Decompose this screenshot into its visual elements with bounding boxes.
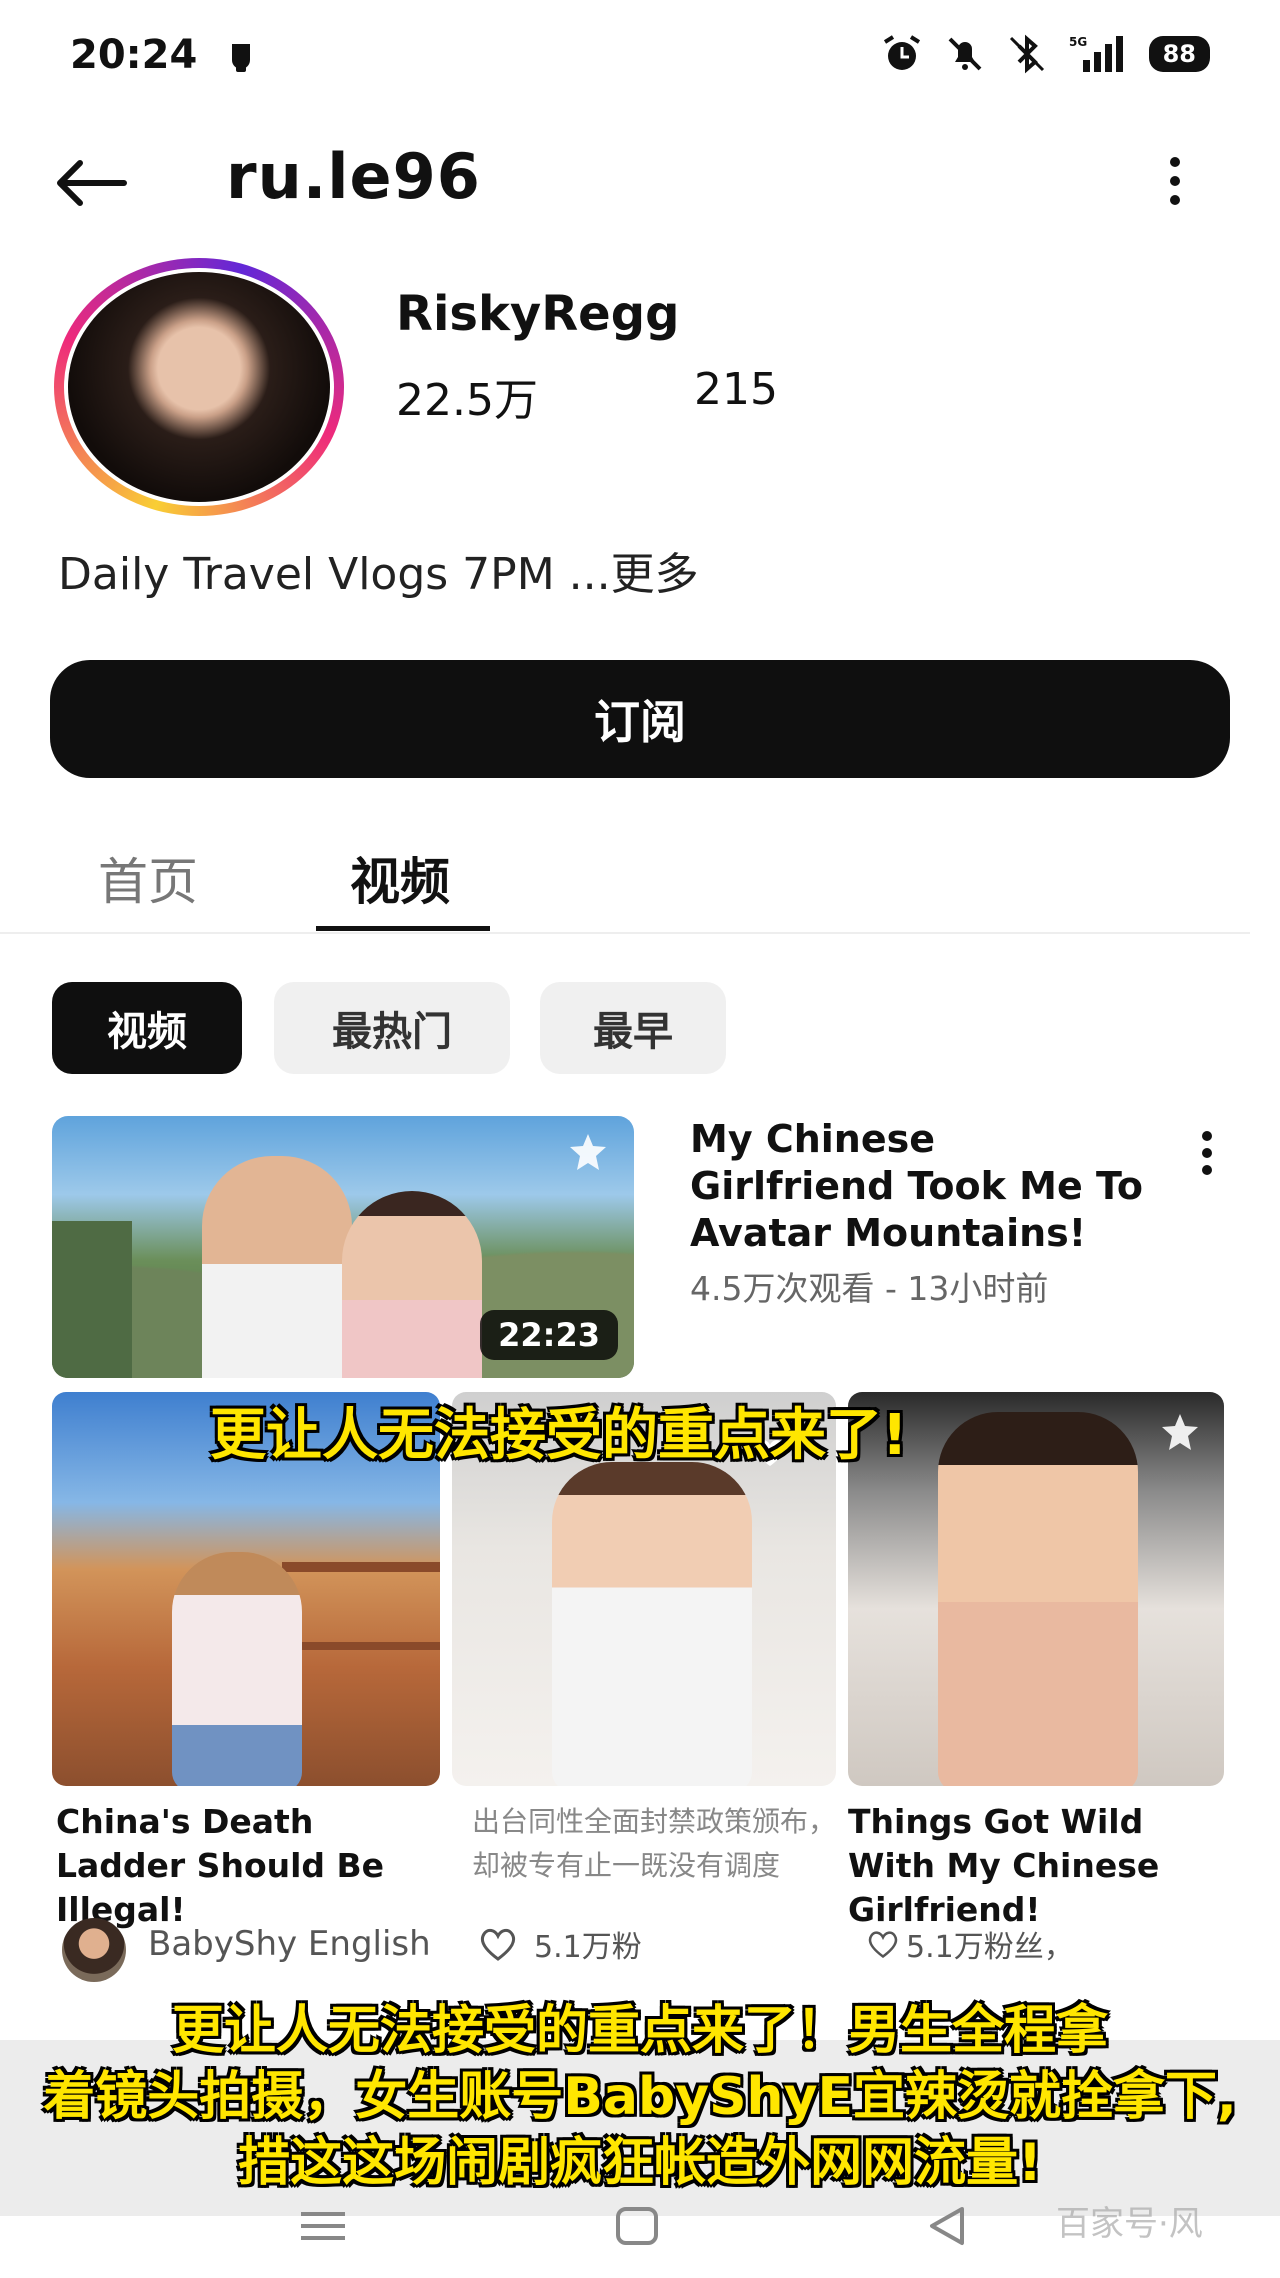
back-button[interactable] <box>52 150 132 216</box>
chip-videos[interactable]: 视频 <box>52 982 242 1074</box>
more-vertical-icon <box>1170 157 1180 205</box>
heart-icon <box>868 1931 898 1959</box>
signal-icon: 5G <box>1069 34 1127 74</box>
arrow-left-icon <box>57 160 127 206</box>
channel-handle: ru.le96 <box>226 140 481 213</box>
like-count[interactable]: 5.1万粉 <box>478 1922 642 1966</box>
display-name: RiskyRegg <box>396 286 680 342</box>
video-meta: 4.5万次观看 - 13小时前 <box>690 1269 1049 1308</box>
channel-bio[interactable]: Daily Travel Vlogs 7PM ...更多 <box>58 538 699 602</box>
heart-icon <box>480 1928 516 1961</box>
alarm-icon <box>881 34 923 74</box>
bluetooth-icon <box>1007 34 1047 74</box>
menu-icon <box>301 2212 345 2240</box>
notification-icon <box>226 40 256 78</box>
watermark: 百家号·风 <box>1056 2204 1203 2244</box>
video-more-button[interactable] <box>1192 1124 1222 1184</box>
svg-text:5G: 5G <box>1069 35 1087 49</box>
video-title[interactable]: China's Death Ladder Should Be Illegal! <box>56 1800 446 1932</box>
like-count-text: 5.1万粉 <box>534 1930 642 1965</box>
status-bar: 20:24 5G 88 <box>0 0 1280 120</box>
channel-tabs: 首页 视频 <box>0 820 1250 934</box>
subtitle-line: 更让人无法接受的重点来了！男生全程拿 <box>171 2001 1108 2061</box>
status-icons: 5G 88 <box>881 34 1210 74</box>
more-vertical-icon <box>1202 1131 1212 1175</box>
video-title[interactable]: Things Got Wild With My Chinese Girlfrie… <box>848 1800 1228 1932</box>
video-count: 215 <box>694 364 778 415</box>
like-count-text: 5.1万粉丝， <box>906 1930 1074 1965</box>
bookmark-icon <box>566 1130 610 1178</box>
tab-home[interactable]: 首页 <box>98 842 198 914</box>
square-icon <box>616 2207 658 2245</box>
home-button[interactable] <box>602 2198 672 2254</box>
video-title[interactable]: My Chinese Girlfriend Took Me To Avatar … <box>690 1116 1150 1257</box>
like-count[interactable]: 5.1万粉丝， <box>866 1922 1074 1966</box>
subscriber-count: 22.5万 <box>396 375 538 426</box>
video-title[interactable]: 出台同性全面封禁政策颁布，却被专有止一既没有调度 <box>472 1800 842 1888</box>
chip-oldest[interactable]: 最早 <box>540 982 726 1074</box>
subtitle-line: 着镜头拍摄，女生账号BabyShyE宜辣烫就拴拿下, <box>43 2067 1237 2127</box>
status-time: 20:24 <box>70 32 198 78</box>
subtitle-caption: 更让人无法接受的重点来了! <box>210 1403 908 1468</box>
video-duration: 22:23 <box>480 1310 618 1360</box>
mute-icon <box>945 34 985 74</box>
system-back-button[interactable] <box>912 2198 982 2254</box>
more-options-button[interactable] <box>1150 148 1200 214</box>
video-thumbnail[interactable]: 22:23 <box>52 1116 634 1378</box>
tab-videos[interactable]: 视频 <box>350 842 450 914</box>
triangle-back-icon <box>930 2207 964 2245</box>
subscribe-button[interactable]: 订阅 <box>50 660 1230 778</box>
recent-apps-button[interactable] <box>288 2198 358 2254</box>
subtitle-caption-block: 更让人无法接受的重点来了！男生全程拿 着镜头拍摄，女生账号BabyShyE宜辣烫… <box>0 1998 1280 2196</box>
pin-icon <box>1158 1410 1202 1458</box>
active-tab-indicator <box>316 926 490 931</box>
author-name[interactable]: BabyShy English <box>148 1924 431 1964</box>
channel-avatar[interactable] <box>54 258 344 516</box>
battery-icon: 88 <box>1148 36 1210 72</box>
author-avatar[interactable] <box>62 1918 126 1982</box>
chip-popular[interactable]: 最热门 <box>274 982 510 1074</box>
